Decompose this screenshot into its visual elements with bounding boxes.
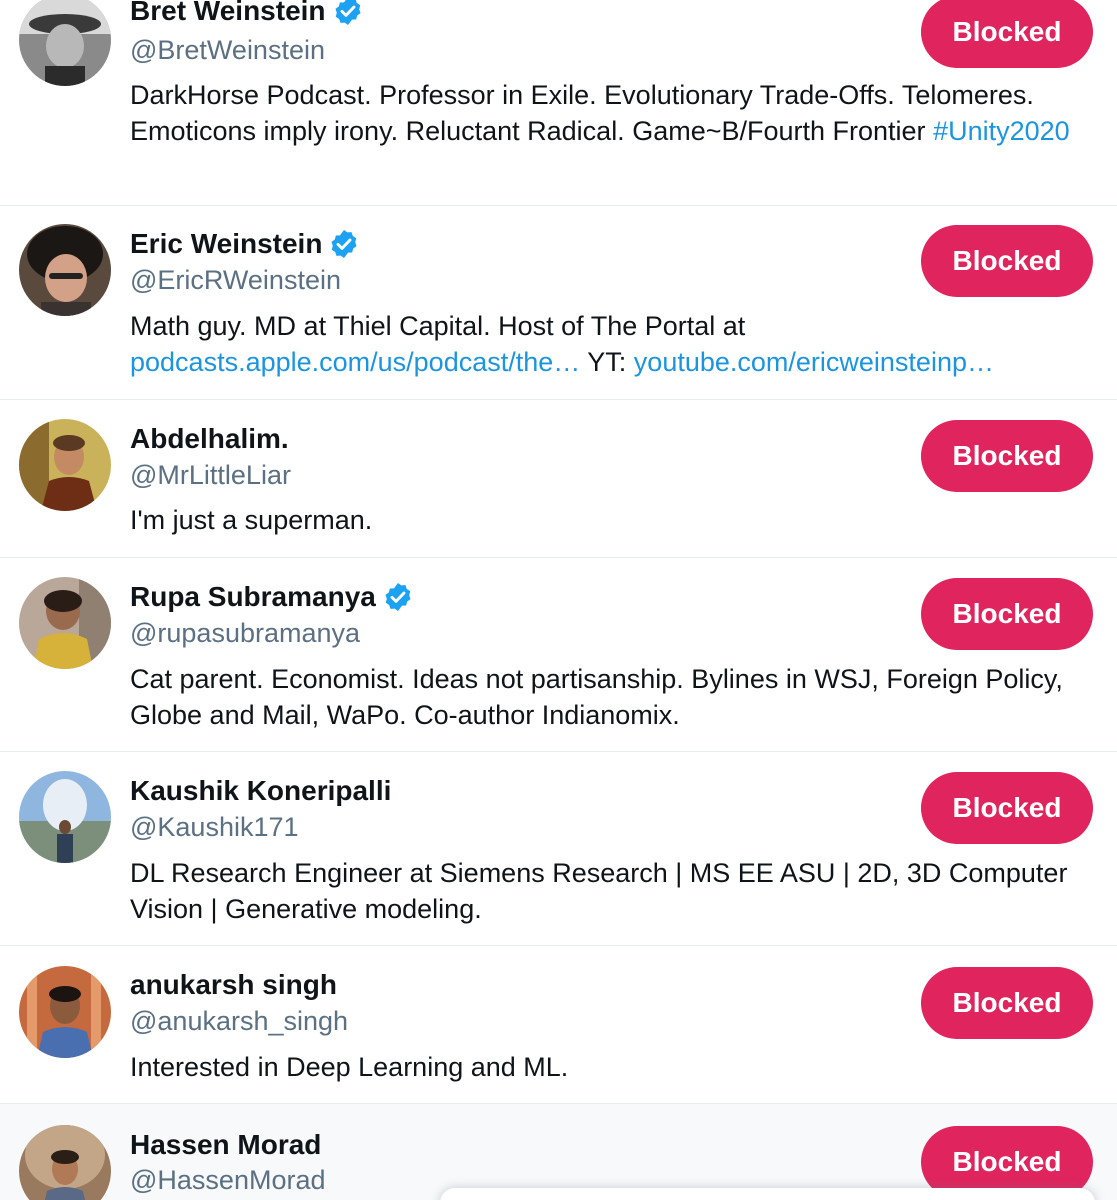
user-bio: Cat parent. Economist. Ideas not partisa… bbox=[130, 664, 1063, 730]
list-item[interactable]: anukarsh singh @anukarsh_singh Intereste… bbox=[0, 946, 1117, 1104]
verified-badge-icon bbox=[332, 0, 364, 27]
new-tweets-pill[interactable] bbox=[440, 1188, 1095, 1200]
user-name[interactable]: Eric Weinstein bbox=[130, 227, 322, 261]
user-bio: I'm just a superman. bbox=[130, 505, 373, 535]
list-item[interactable]: Rupa Subramanya @rupasubramanya Cat pare… bbox=[0, 558, 1117, 752]
avatar[interactable] bbox=[19, 224, 111, 316]
user-name[interactable]: Hassen Morad bbox=[130, 1128, 321, 1162]
user-handle: @EricRWeinstein bbox=[130, 265, 341, 295]
blocked-button[interactable]: Blocked bbox=[921, 967, 1093, 1039]
user-handle: @HassenMorad bbox=[130, 1165, 326, 1195]
blocked-button[interactable]: Blocked bbox=[921, 0, 1093, 68]
user-bio: Math guy. MD at Thiel Capital. Host of T… bbox=[130, 311, 994, 377]
user-bio: DarkHorse Podcast. Professor in Exile. E… bbox=[130, 80, 1070, 146]
user-handle: @Kaushik171 bbox=[130, 812, 299, 842]
user-name[interactable]: Kaushik Koneripalli bbox=[130, 774, 391, 808]
user-name[interactable]: anukarsh singh bbox=[130, 968, 337, 1002]
list-item[interactable]: Kaushik Koneripalli @Kaushik171 DL Resea… bbox=[0, 752, 1117, 946]
user-name[interactable]: Rupa Subramanya bbox=[130, 580, 376, 614]
avatar[interactable] bbox=[19, 0, 111, 86]
blocked-button[interactable]: Blocked bbox=[921, 578, 1093, 650]
user-name[interactable]: Bret Weinstein bbox=[130, 0, 326, 28]
user-bio: DL Research Engineer at Siemens Research… bbox=[130, 858, 1068, 924]
list-item[interactable]: Bret Weinstein @BretWeinstein DarkHorse … bbox=[0, 0, 1117, 206]
verified-badge-icon bbox=[382, 581, 414, 613]
avatar[interactable] bbox=[19, 1125, 111, 1200]
hashtag-link[interactable]: #Unity2020 bbox=[933, 116, 1070, 146]
youtube-link[interactable]: youtube.com/ericweinsteinp… bbox=[634, 347, 994, 377]
list-item[interactable]: Eric Weinstein @EricRWeinstein Math guy.… bbox=[0, 206, 1117, 400]
user-bio: Interested in Deep Learning and ML. bbox=[130, 1052, 569, 1082]
avatar[interactable] bbox=[19, 577, 111, 669]
user-handle: @BretWeinstein bbox=[130, 35, 325, 65]
user-handle: @MrLittleLiar bbox=[130, 460, 291, 490]
blocked-button[interactable]: Blocked bbox=[921, 772, 1093, 844]
podcast-link[interactable]: podcasts.apple.com/us/podcast/the… bbox=[130, 347, 580, 377]
list-item[interactable]: Hassen Morad @HassenMorad Blocked bbox=[0, 1104, 1117, 1200]
avatar[interactable] bbox=[19, 419, 111, 511]
blocked-button[interactable]: Blocked bbox=[921, 225, 1093, 297]
blocked-button[interactable]: Blocked bbox=[921, 420, 1093, 492]
verified-badge-icon bbox=[328, 228, 360, 260]
user-name[interactable]: Abdelhalim. bbox=[130, 422, 289, 456]
user-handle: @anukarsh_singh bbox=[130, 1006, 349, 1036]
list-item[interactable]: Abdelhalim. @MrLittleLiar I'm just a sup… bbox=[0, 400, 1117, 558]
blocked-accounts-list: Bret Weinstein @BretWeinstein DarkHorse … bbox=[0, 0, 1117, 1200]
avatar[interactable] bbox=[19, 966, 111, 1058]
user-handle: @rupasubramanya bbox=[130, 618, 361, 648]
avatar[interactable] bbox=[19, 771, 111, 863]
